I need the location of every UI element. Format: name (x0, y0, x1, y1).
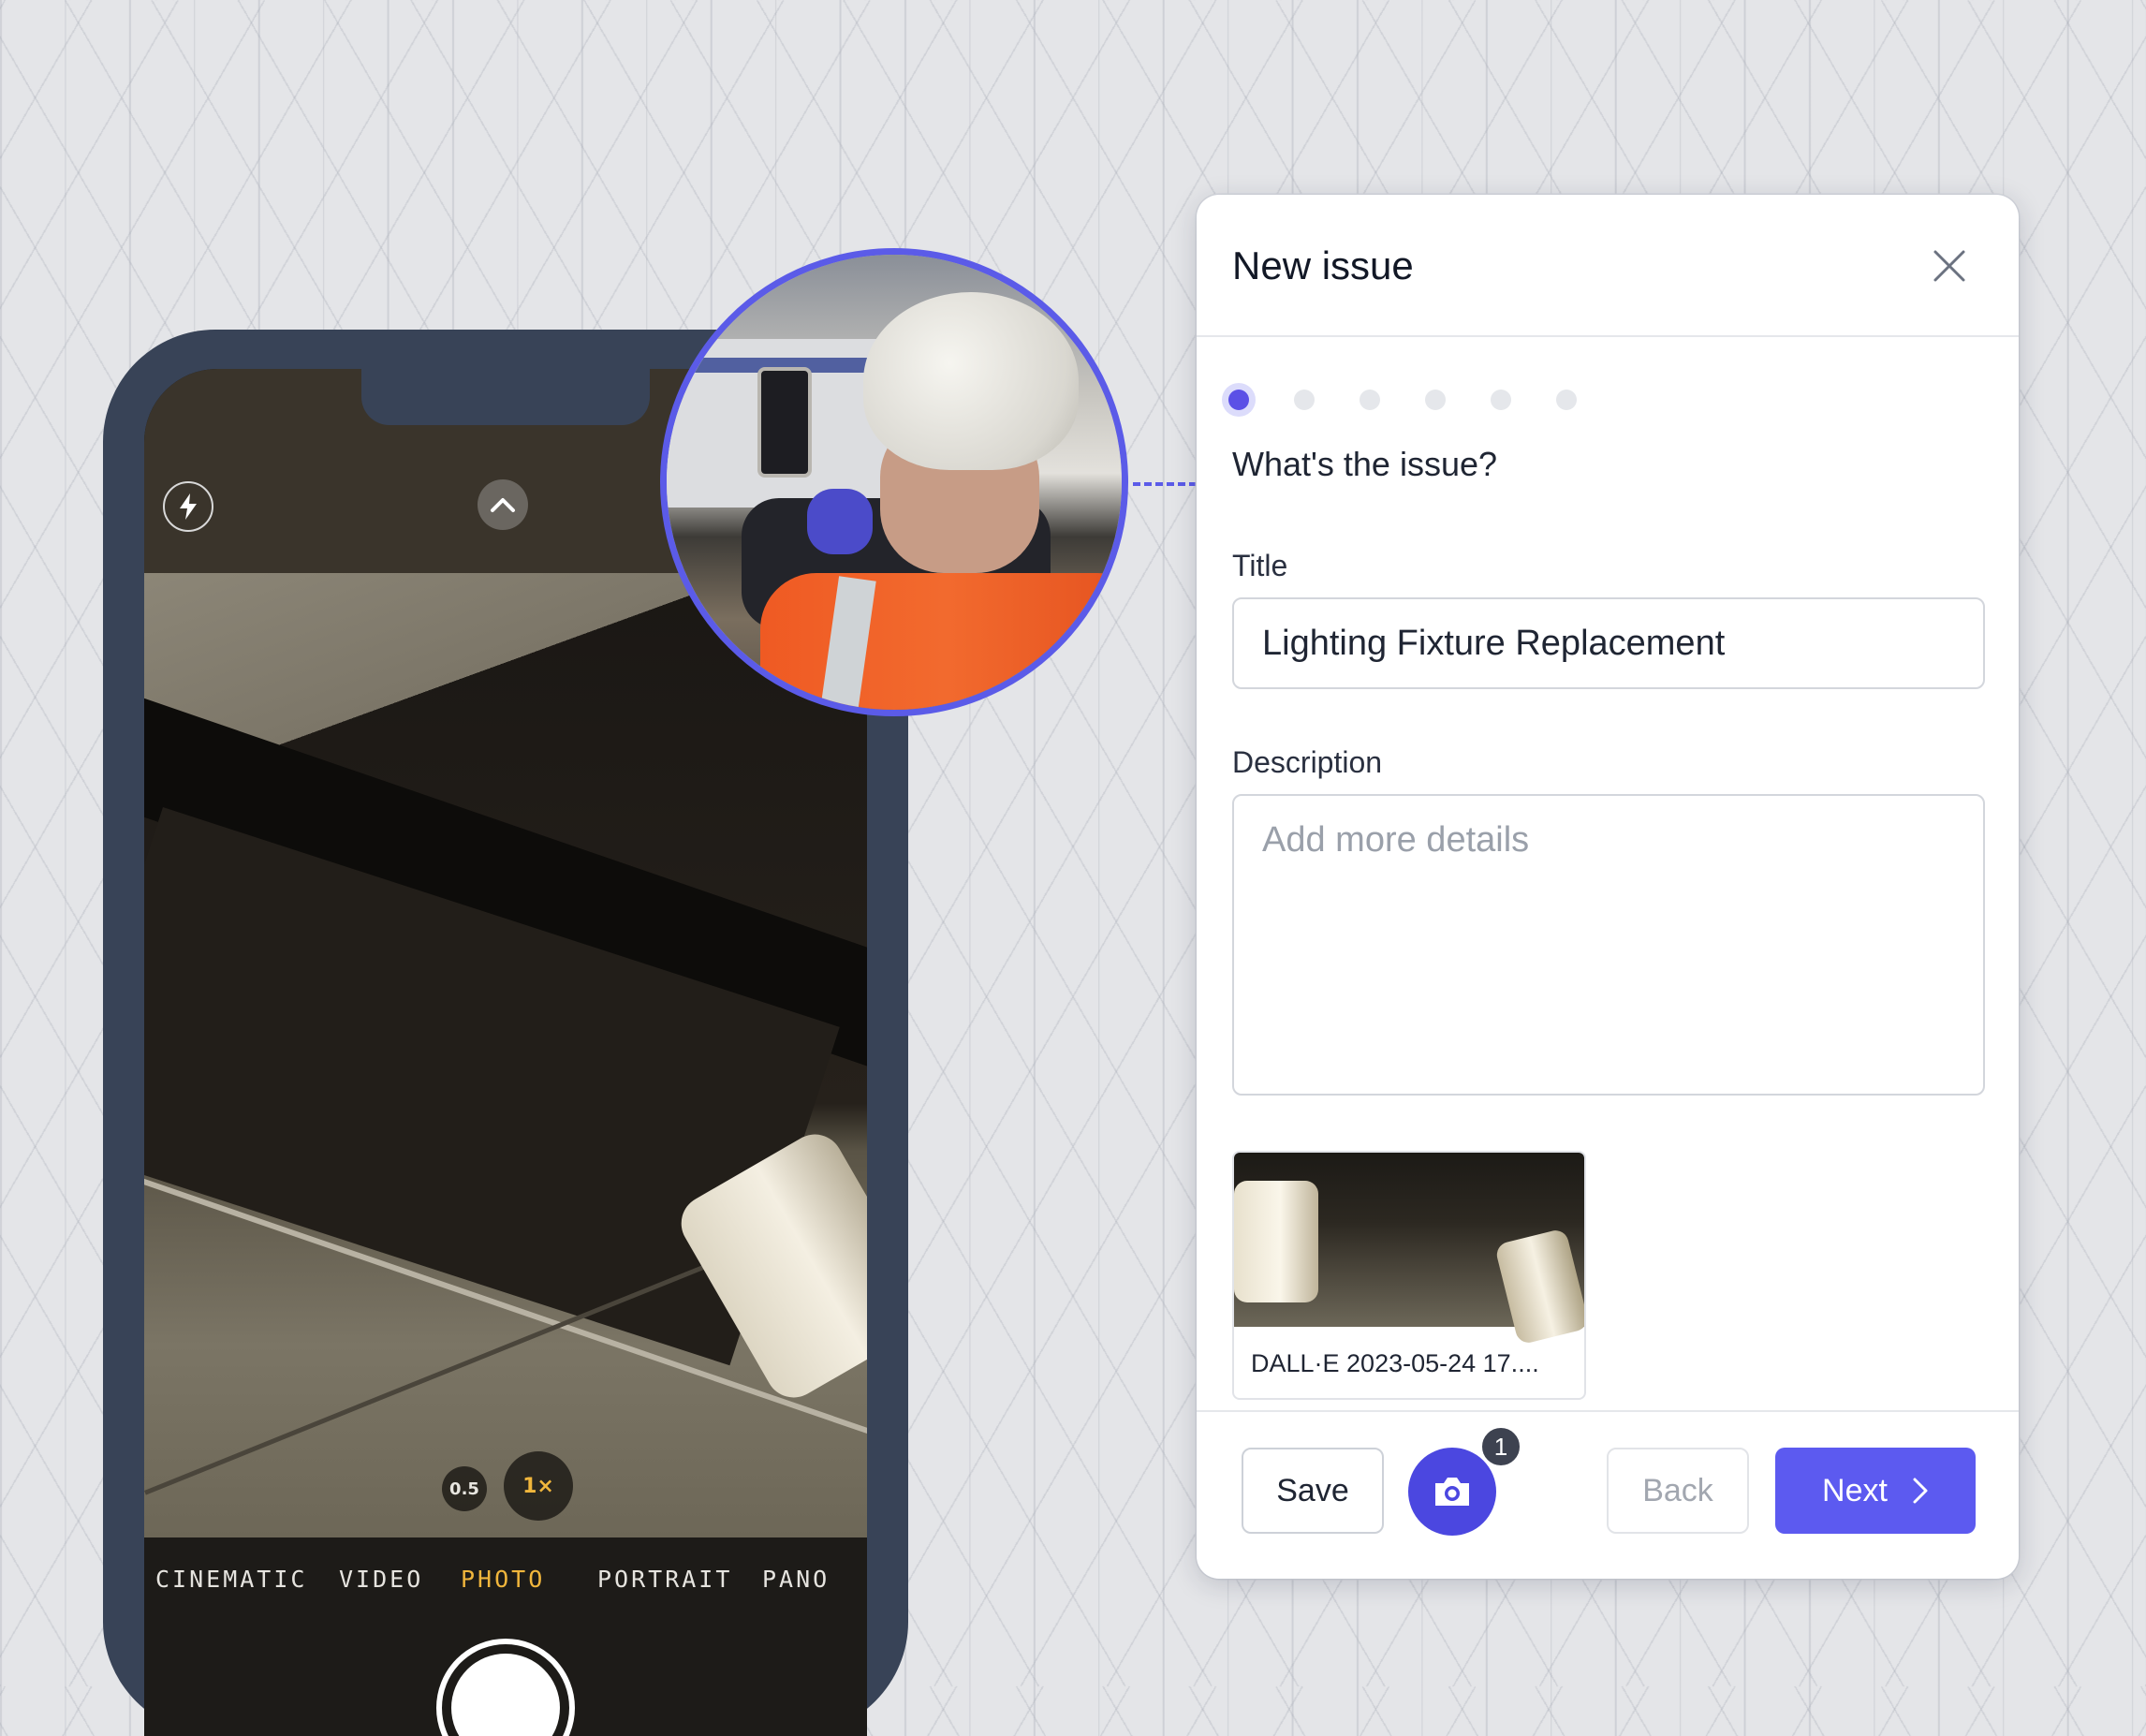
title-input[interactable] (1232, 597, 1985, 689)
mode-cinematic[interactable]: CINEMATIC (155, 1566, 307, 1593)
camera-viewfinder: 0.5 1× (144, 573, 867, 1537)
mode-pano[interactable]: PANO (762, 1566, 830, 1593)
description-input[interactable] (1232, 794, 1985, 1096)
step-dot-6 (1556, 390, 1577, 410)
camera-icon (1435, 1478, 1469, 1506)
title-label: Title (1232, 549, 1288, 582)
next-button[interactable]: Next (1775, 1448, 1976, 1534)
back-button[interactable]: Back (1607, 1448, 1749, 1534)
save-button[interactable]: Save (1242, 1448, 1384, 1534)
dialog-header: New issue (1197, 195, 2019, 337)
step-dot-2 (1294, 390, 1315, 410)
step-dot-4 (1425, 390, 1446, 410)
worker-phone (757, 367, 812, 478)
attachment-thumbnail (1234, 1153, 1584, 1346)
close-icon[interactable] (1925, 242, 1974, 290)
attachment-filename: DALL·E 2023-05-24 17.... (1251, 1349, 1539, 1377)
chevron-right-icon (1913, 1478, 1928, 1504)
dialog-footer: Save 1 Back Next (1197, 1410, 2019, 1579)
step-dot-1 (1228, 390, 1249, 410)
new-issue-dialog: New issue What's the issue? Title Descri… (1197, 195, 2019, 1579)
attachment-card[interactable]: DALL·E 2023-05-24 17.... (1232, 1151, 1586, 1400)
hard-hat (863, 292, 1079, 470)
step-dot-3 (1360, 390, 1380, 410)
photo-count-badge: 1 (1479, 1425, 1522, 1468)
mode-portrait[interactable]: PORTRAIT (597, 1566, 732, 1593)
flash-icon[interactable] (163, 481, 213, 532)
mode-photo[interactable]: PHOTO (461, 1566, 545, 1593)
step-dot-5 (1491, 390, 1511, 410)
safety-vest (760, 573, 1122, 710)
dialog-title: New issue (1232, 243, 1414, 287)
dashed-connector (1133, 482, 1197, 486)
zoom-1x-button[interactable]: 1× (504, 1451, 573, 1521)
camera-mode-bar: CINEMATIC VIDEO PHOTO PORTRAIT PANO (144, 1537, 867, 1736)
description-label: Description (1232, 745, 1383, 779)
camera-button[interactable] (1408, 1448, 1496, 1536)
glove (807, 489, 873, 554)
next-button-label: Next (1822, 1472, 1888, 1508)
zoom-0.5-button[interactable]: 0.5 (442, 1466, 487, 1511)
step-question: What's the issue? (1232, 445, 1498, 483)
mode-video[interactable]: VIDEO (339, 1566, 423, 1593)
worker-photo-inset (660, 248, 1128, 716)
chevron-up-icon[interactable] (478, 479, 528, 530)
phone-notch (361, 369, 650, 425)
shutter-button[interactable] (436, 1639, 575, 1736)
